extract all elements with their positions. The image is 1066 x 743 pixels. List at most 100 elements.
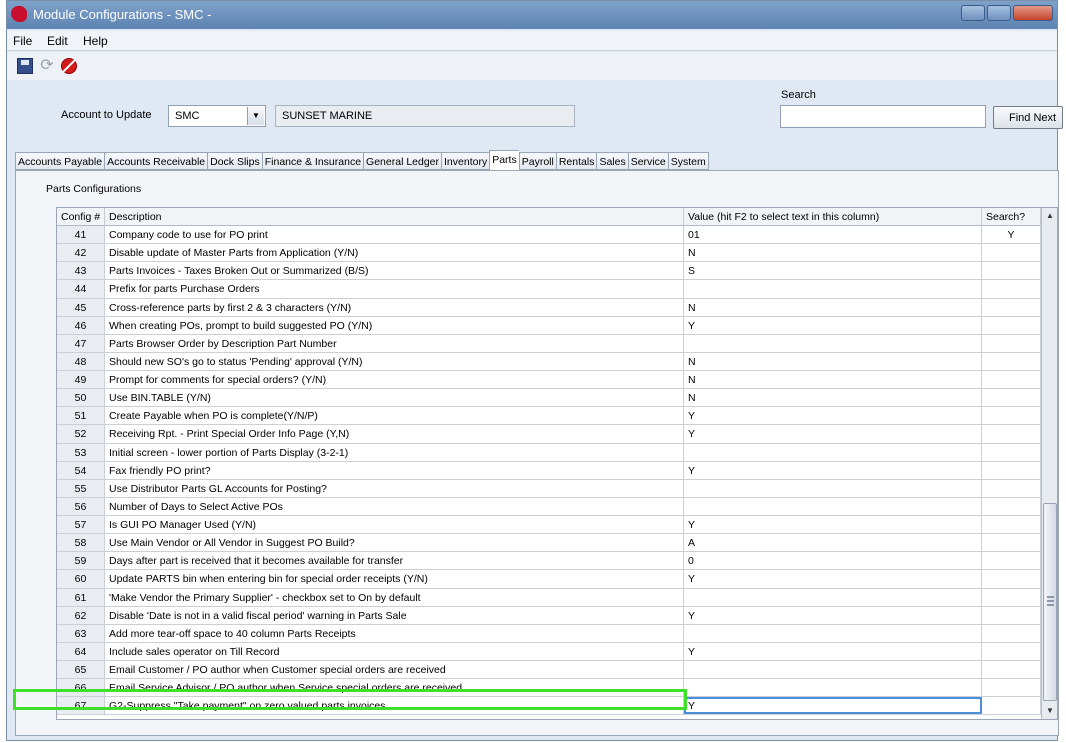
tab-general-ledger[interactable]: General Ledger xyxy=(363,152,442,170)
search-cell xyxy=(982,479,1041,497)
search-cell xyxy=(982,552,1041,570)
table-row[interactable]: 41 Company code to use for PO print 01 Y xyxy=(57,226,1041,245)
value-cell[interactable] xyxy=(684,624,982,642)
table-row[interactable]: 66 Email Service Advisor / PO author when… xyxy=(57,679,1041,698)
table-row[interactable]: 65 Email Customer / PO author when Custom… xyxy=(57,661,1041,680)
find-next-button[interactable]: Find Next xyxy=(993,106,1063,129)
tab-parts[interactable]: Parts xyxy=(489,150,519,170)
value-cell[interactable]: Y xyxy=(684,425,982,443)
close-button[interactable] xyxy=(1013,5,1053,21)
tab-payroll[interactable]: Payroll xyxy=(518,152,556,170)
table-row[interactable]: 42 Disable update of Master Parts from Ap… xyxy=(57,244,1041,263)
grip-icon xyxy=(1047,596,1054,606)
value-cell[interactable]: Y xyxy=(684,697,982,715)
value-cell[interactable]: Y xyxy=(684,516,982,534)
table-row[interactable]: 47 Parts Browser Order by Description Par… xyxy=(57,334,1041,353)
vertical-scrollbar[interactable]: ▲ ▼ xyxy=(1041,208,1057,719)
header-config-num[interactable]: Config # xyxy=(57,208,105,226)
table-row[interactable]: 52 Receiving Rpt. - Print Special Order I… xyxy=(57,425,1041,444)
config-number-cell: 65 xyxy=(57,661,105,679)
tab-rentals[interactable]: Rentals xyxy=(555,152,597,170)
description-cell: Fax friendly PO print? xyxy=(105,461,684,479)
value-cell[interactable] xyxy=(684,479,982,497)
maximize-button[interactable] xyxy=(987,5,1011,21)
value-cell[interactable]: Y xyxy=(684,461,982,479)
scroll-thumb[interactable] xyxy=(1043,503,1057,701)
value-cell[interactable]: 0 xyxy=(684,552,982,570)
save-icon[interactable] xyxy=(17,58,33,74)
value-cell[interactable]: N xyxy=(684,389,982,407)
value-cell[interactable]: N xyxy=(684,371,982,389)
table-row[interactable]: 56 Number of Days to Select Active POs xyxy=(57,497,1041,516)
value-cell[interactable] xyxy=(684,679,982,697)
value-cell[interactable]: Y xyxy=(684,570,982,588)
table-row[interactable]: 63 Add more tear-off space to 40 column P… xyxy=(57,624,1041,643)
description-cell: Prefix for parts Purchase Orders xyxy=(105,280,684,298)
value-cell[interactable] xyxy=(684,588,982,606)
tab-accounts-payable[interactable]: Accounts Payable xyxy=(15,152,105,170)
table-row[interactable]: 55 Use Distributor Parts GL Accounts for … xyxy=(57,479,1041,498)
minimize-button[interactable] xyxy=(961,5,985,21)
table-row[interactable]: 61 'Make Vendor the Primary Supplier' - c… xyxy=(57,588,1041,607)
table-row[interactable]: 48 Should new SO's go to status 'Pending'… xyxy=(57,352,1041,371)
table-row[interactable]: 44 Prefix for parts Purchase Orders xyxy=(57,280,1041,299)
account-select[interactable]: SMC ▼ xyxy=(168,105,266,127)
tab-sales[interactable]: Sales xyxy=(596,152,628,170)
tab-finance-insurance[interactable]: Finance & Insurance xyxy=(261,152,364,170)
value-cell[interactable]: 01 xyxy=(684,226,982,244)
description-cell: G2-Suppress "Take payment" on zero value… xyxy=(105,697,684,715)
search-input[interactable] xyxy=(780,105,986,128)
menu-file[interactable]: File xyxy=(13,34,32,48)
value-cell[interactable] xyxy=(684,497,982,515)
search-cell xyxy=(982,534,1041,552)
value-cell[interactable]: Y xyxy=(684,642,982,660)
tab-system[interactable]: System xyxy=(667,152,709,170)
tab-service[interactable]: Service xyxy=(627,152,668,170)
value-cell[interactable]: Y xyxy=(684,316,982,334)
value-cell[interactable] xyxy=(684,661,982,679)
tab-dock-slips[interactable]: Dock Slips xyxy=(207,152,262,170)
title-bar[interactable]: Module Configurations - SMC - xyxy=(7,1,1057,29)
chevron-down-icon[interactable]: ▼ xyxy=(247,107,264,125)
value-cell[interactable]: S xyxy=(684,262,982,280)
search-cell xyxy=(982,280,1041,298)
table-row[interactable]: 67 G2-Suppress "Take payment" on zero val… xyxy=(57,697,1041,716)
tab-inventory[interactable]: Inventory xyxy=(441,152,490,170)
table-row[interactable]: 46 When creating POs, prompt to build sug… xyxy=(57,316,1041,335)
value-cell[interactable] xyxy=(684,334,982,352)
menu-help[interactable]: Help xyxy=(83,34,108,48)
header-description[interactable]: Description xyxy=(105,208,684,226)
value-cell[interactable]: A xyxy=(684,534,982,552)
table-row[interactable]: 64 Include sales operator on Till Record Y xyxy=(57,642,1041,661)
value-cell[interactable]: N xyxy=(684,298,982,316)
description-cell: Initial screen - lower portion of Parts … xyxy=(105,443,684,461)
table-row[interactable]: 43 Parts Invoices - Taxes Broken Out or S… xyxy=(57,262,1041,281)
table-row[interactable]: 51 Create Payable when PO is complete(Y/N… xyxy=(57,407,1041,426)
value-cell[interactable]: N xyxy=(684,352,982,370)
value-cell[interactable] xyxy=(684,280,982,298)
table-row[interactable]: 59 Days after part is received that it be… xyxy=(57,552,1041,571)
header-value[interactable]: Value (hit F2 to select text in this col… xyxy=(684,208,982,226)
value-cell[interactable]: Y xyxy=(684,606,982,624)
stop-icon[interactable] xyxy=(61,58,77,74)
scroll-up-icon[interactable]: ▲ xyxy=(1042,208,1057,224)
table-row[interactable]: 49 Prompt for comments for special orders… xyxy=(57,371,1041,390)
refresh-icon[interactable]: ⟳ xyxy=(39,58,55,74)
table-row[interactable]: 54 Fax friendly PO print? Y xyxy=(57,461,1041,480)
description-cell: Add more tear-off space to 40 column Par… xyxy=(105,624,684,642)
table-row[interactable]: 50 Use BIN.TABLE (Y/N) N xyxy=(57,389,1041,408)
table-row[interactable]: 58 Use Main Vendor or All Vendor in Sugge… xyxy=(57,534,1041,553)
search-cell xyxy=(982,642,1041,660)
menu-edit[interactable]: Edit xyxy=(47,34,68,48)
tab-accounts-receivable[interactable]: Accounts Receivable xyxy=(104,152,208,170)
scroll-down-icon[interactable]: ▼ xyxy=(1042,703,1057,719)
table-row[interactable]: 53 Initial screen - lower portion of Part… xyxy=(57,443,1041,462)
table-row[interactable]: 45 Cross-reference parts by first 2 & 3 c… xyxy=(57,298,1041,317)
value-cell[interactable] xyxy=(684,443,982,461)
table-row[interactable]: 60 Update PARTS bin when entering bin for… xyxy=(57,570,1041,589)
value-cell[interactable]: N xyxy=(684,244,982,262)
header-search[interactable]: Search? xyxy=(982,208,1041,226)
table-row[interactable]: 62 Disable 'Date is not in a valid fiscal… xyxy=(57,606,1041,625)
value-cell[interactable]: Y xyxy=(684,407,982,425)
table-row[interactable]: 57 Is GUI PO Manager Used (Y/N) Y xyxy=(57,516,1041,535)
